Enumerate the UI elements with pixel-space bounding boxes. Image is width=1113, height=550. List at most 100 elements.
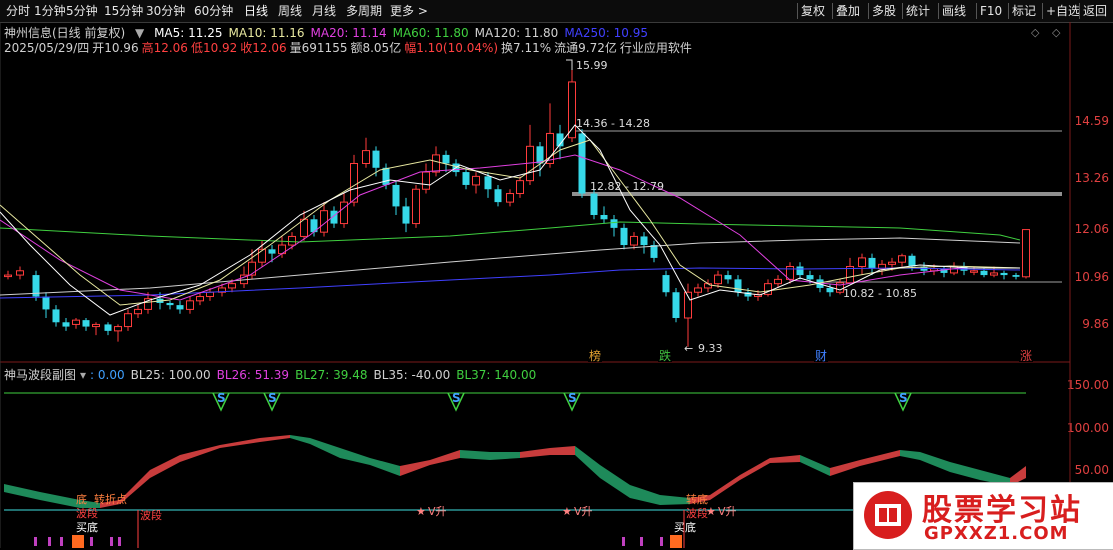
candle-body [472,175,480,186]
ribbon-segment [220,438,260,448]
volume-tick [48,537,51,546]
candle-body [630,235,638,246]
s-marker-label: S [268,391,277,405]
volume-tick [34,537,37,546]
candle-body [124,313,132,328]
candle-body [412,188,420,225]
candle-body [392,184,400,207]
candle-body [1012,275,1020,277]
candle-body [62,322,70,327]
s-marker-label: S [452,391,461,405]
candle-body [432,154,440,173]
candle-body [484,176,492,190]
candle-body [506,193,514,203]
candle-body [774,278,782,285]
volume-tick [622,537,625,546]
candle-body [714,274,722,285]
candle-body [694,287,702,293]
candle-body [1022,229,1030,278]
signal-turn: 转折点 [94,492,127,506]
candle-body [16,270,24,276]
candle-body [640,236,648,246]
candle-body [4,274,12,278]
buy-marker [670,535,682,548]
candle-body [206,291,214,298]
candle-body [704,283,712,289]
ribbon-segment [400,460,430,476]
event-tag: 财 [815,349,827,363]
candle-body [796,266,804,276]
candle-body [72,319,80,325]
signal-bottom: 底 [76,492,87,506]
high-marker [566,59,573,70]
ribbon-segment [920,452,950,472]
ribbon-segment [180,445,220,462]
candle-body [888,261,896,265]
candle-body [82,320,90,327]
ribbon-segment [520,448,550,458]
ribbon-segment [710,475,740,500]
candle-body [1000,272,1008,276]
candle-body [600,214,608,220]
candle-body [166,302,174,306]
candle-body [186,300,194,310]
volume-tick [640,537,643,546]
star-icon: ★ [706,505,716,518]
candle-body [908,255,916,267]
signal-buy-bottom: 买底 [76,520,98,534]
candle-body [662,275,670,293]
signal-wave: 波段 [76,506,98,520]
candle-body [898,255,906,263]
volume-tick [118,537,121,546]
low-arrow-icon: ← [684,342,693,355]
range-label-3: 10.82 - 10.85 [843,287,917,300]
event-tag: 跌 [659,348,671,363]
candle-body [134,308,142,315]
ribbon-segment [150,455,180,478]
volume-tick [60,537,63,546]
candle-body [806,275,814,280]
signal-buy-bottom-2: 买底 [674,520,696,534]
kline-chart[interactable]: 15.99 ← 9.33 14.36 - 14.28 12.82 - 12.79 10.8… [0,0,1113,548]
candle-body [610,219,618,228]
candle-body [734,279,742,293]
candle-body [372,150,380,168]
candle-body [268,249,276,254]
candle-body [402,206,410,224]
candle-body [868,257,876,269]
candle-body [536,146,544,164]
candle-body [990,272,998,276]
candle-body [826,287,834,293]
ribbon-segment [630,485,660,505]
event-tag: 榜 [589,348,601,363]
ribbon-segment [800,455,830,476]
watermark-url: GPXXZ1.COM [924,523,1069,544]
ribbon-segment [290,435,310,444]
candle-body [858,257,866,267]
site-watermark: 股票学习站 GPXXZ1.COM [853,482,1113,550]
candle-body [590,193,598,215]
signal-v-up-2: V升 [574,505,593,518]
candle-body [176,305,184,310]
s-marker-label: S [568,391,577,405]
candle-body [42,296,50,310]
candle-body [672,292,680,318]
ribbon-segment [600,465,630,498]
ribbon-segment [4,484,40,500]
ribbon-segment [460,450,490,460]
ribbon-segment [430,450,460,465]
ribbon-segment [550,446,575,455]
candle-body [382,167,390,185]
ribbon-segment [900,450,920,460]
buy-marker [72,535,84,548]
ribbon-segment [770,455,800,463]
signal-v-up: V升 [428,505,447,518]
candle-body [362,150,370,164]
candle-body [114,326,122,332]
ribbon-segment [575,446,600,478]
candle-body [980,270,988,276]
candle-body [650,245,658,258]
star-icon: ★ [416,505,426,518]
ribbon-segment [860,450,900,466]
volume-tick [90,537,93,546]
